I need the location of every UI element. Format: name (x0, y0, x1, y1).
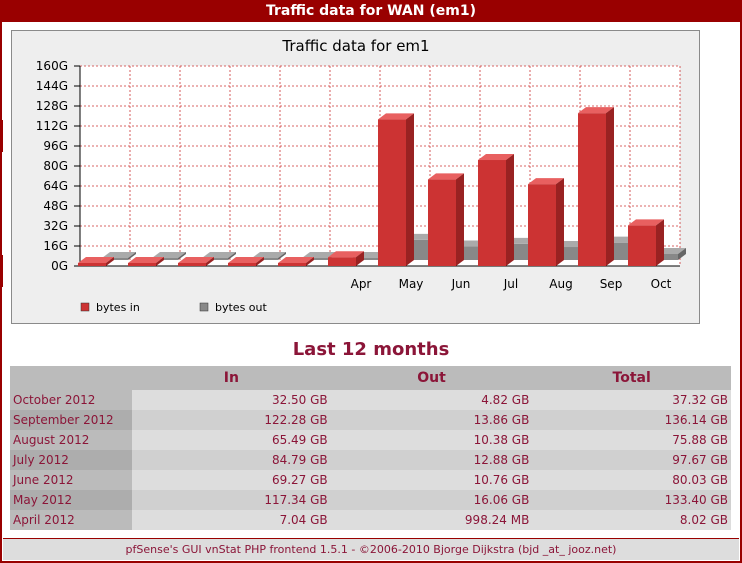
row-in: 122.28 GB (132, 410, 331, 430)
x-tick-label: Aug (549, 277, 572, 291)
bar-in (628, 225, 656, 266)
y-tick-label: 16G (43, 239, 68, 253)
page-header: Traffic data for WAN (em1) (0, 0, 742, 22)
row-total: 133.40 GB (532, 490, 731, 510)
table-row: August 2012 65.49 GB 10.38 GB 75.88 GB (10, 430, 731, 450)
legend-label-out: bytes out (215, 301, 268, 314)
bar-in-side (606, 107, 614, 267)
bar-in (478, 160, 506, 266)
bar-in-side (656, 219, 664, 266)
bar-in (528, 184, 556, 266)
row-in: 84.79 GB (132, 450, 331, 470)
table-row: July 2012 84.79 GB 12.88 GB 97.67 GB (10, 450, 731, 470)
bar-in (178, 263, 206, 266)
bar-in-side (556, 178, 564, 266)
left-edge-marker (0, 120, 3, 152)
row-month: July 2012 (10, 450, 132, 470)
y-tick-label: 128G (36, 99, 68, 113)
x-tick-label: Jun (451, 277, 471, 291)
row-out: 10.38 GB (330, 430, 533, 450)
row-out: 10.76 GB (330, 470, 533, 490)
header-out: Out (330, 366, 533, 390)
monthly-stats-table: In Out Total October 2012 32.50 GB 4.82 … (10, 366, 731, 530)
bar-in (428, 179, 456, 266)
x-tick-label: Oct (651, 277, 672, 291)
table-row: September 2012 122.28 GB 13.86 GB 136.14… (10, 410, 731, 430)
chart-svg: Traffic data for em1 0G 16G 32G 48G 64G 80G 96G… (36, 37, 686, 314)
row-out: 13.86 GB (330, 410, 533, 430)
row-month: August 2012 (10, 430, 132, 450)
row-month: June 2012 (10, 470, 132, 490)
row-month: October 2012 (10, 390, 132, 410)
row-out: 4.82 GB (330, 390, 533, 410)
y-tick-label: 64G (43, 179, 68, 193)
row-out: 12.88 GB (330, 450, 533, 470)
y-tick-label: 96G (43, 139, 68, 153)
legend-label-in: bytes in (96, 301, 140, 314)
row-month: May 2012 (10, 490, 132, 510)
legend-swatch-out (199, 302, 209, 312)
row-total: 37.32 GB (532, 390, 731, 410)
table-row: May 2012 117.34 GB 16.06 GB 133.40 GB (10, 490, 731, 510)
y-tick-label: 160G (36, 59, 68, 73)
y-tick-label: 80G (43, 159, 68, 173)
x-tick-label: Jul (503, 277, 518, 291)
y-tick-label: 48G (43, 199, 68, 213)
row-in: 69.27 GB (132, 470, 331, 490)
legend-swatch-in (80, 302, 90, 312)
y-tick-label: 0G (51, 259, 68, 273)
bar-in (578, 113, 606, 267)
row-total: 136.14 GB (532, 410, 731, 430)
row-total: 97.67 GB (532, 450, 731, 470)
row-total: 75.88 GB (532, 430, 731, 450)
bar-in-side (406, 113, 414, 266)
row-month: April 2012 (10, 510, 132, 530)
x-tick-label: May (399, 277, 424, 291)
row-month: September 2012 (10, 410, 132, 430)
left-edge-marker (0, 255, 3, 287)
bar-in-side (456, 173, 464, 266)
traffic-chart: Traffic data for em1 0G 16G 32G 48G 64G 80G 96G… (11, 30, 700, 324)
bar-in (378, 119, 406, 266)
bar-in-side (506, 154, 514, 266)
row-in: 117.34 GB (132, 490, 331, 510)
x-tick-label: Sep (600, 277, 623, 291)
row-out: 998.24 MB (330, 510, 533, 530)
row-out: 16.06 GB (330, 490, 533, 510)
section-title: Last 12 months (292, 339, 450, 360)
row-in: 7.04 GB (132, 510, 331, 530)
row-in: 32.50 GB (132, 390, 331, 410)
bar-in (278, 263, 306, 266)
row-in: 65.49 GB (132, 430, 331, 450)
table-row: April 2012 7.04 GB 998.24 MB 8.02 GB (10, 510, 731, 530)
bar-in (228, 263, 256, 266)
bar-in (78, 263, 106, 266)
y-tick-label: 144G (36, 79, 68, 93)
chart-title: Traffic data for em1 (281, 37, 429, 55)
row-total: 80.03 GB (532, 470, 731, 490)
table-row: October 2012 32.50 GB 4.82 GB 37.32 GB (10, 390, 731, 410)
header-label-col (10, 366, 132, 390)
header-in: In (132, 366, 331, 390)
row-total: 8.02 GB (532, 510, 731, 530)
header-total: Total (532, 366, 731, 390)
bar-in (128, 263, 156, 266)
y-tick-label: 32G (43, 219, 68, 233)
x-tick-label: Apr (351, 277, 372, 291)
bar-in (328, 257, 356, 266)
table-header-row: In Out Total (10, 366, 731, 390)
table-row: June 2012 69.27 GB 10.76 GB 80.03 GB (10, 470, 731, 490)
y-tick-label: 112G (36, 119, 68, 133)
page-footer: pfSense's GUI vnStat PHP frontend 1.5.1 … (3, 538, 739, 560)
